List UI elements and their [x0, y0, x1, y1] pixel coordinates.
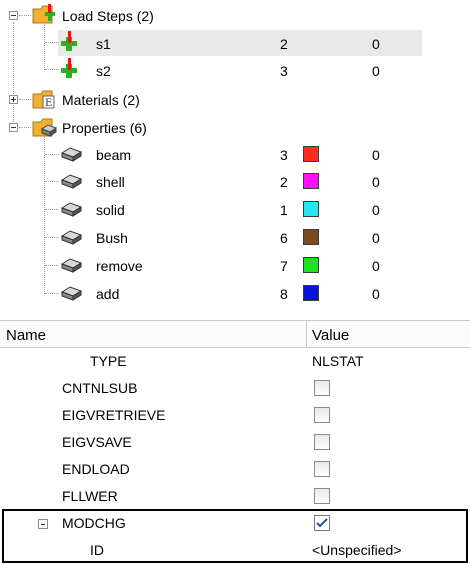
load-step-icon — [61, 31, 77, 51]
grid-row-eigvsave[interactable]: EIGVSAVE — [0, 429, 470, 456]
property-name: ENDLOAD — [62, 461, 130, 477]
property-icon — [60, 202, 83, 217]
tree-node-id: 3 — [280, 147, 288, 163]
tree-node-label: beam — [96, 147, 132, 163]
color-swatch[interactable] — [303, 146, 319, 162]
property-icon — [60, 286, 83, 301]
property-icon — [60, 230, 83, 245]
tree-node-value: 0 — [372, 63, 380, 79]
tree-node-id: 1 — [280, 202, 288, 218]
tree-node-value: 0 — [372, 174, 380, 190]
tree-node-bush[interactable]: Bush 6 0 — [0, 224, 470, 251]
color-swatch[interactable] — [303, 173, 319, 189]
property-name: EIGVSAVE — [62, 434, 132, 450]
tree-node-label: Materials (2) — [62, 92, 140, 108]
tree-node-remove[interactable]: remove 7 0 — [0, 252, 470, 279]
grid-row-eigvretrieve[interactable]: EIGVRETRIEVE — [0, 402, 470, 429]
color-swatch[interactable] — [303, 285, 319, 301]
grid-row-type[interactable]: TYPE NLSTAT — [0, 348, 470, 375]
endload-checkbox[interactable] — [314, 461, 330, 477]
fllwer-checkbox[interactable] — [314, 488, 330, 504]
svg-text:E: E — [45, 98, 52, 109]
tree-node-id: 2 — [280, 174, 288, 190]
tree-node-label: add — [96, 286, 120, 302]
name-column-header[interactable]: Name — [6, 327, 46, 344]
value-column-header[interactable]: Value — [312, 327, 349, 344]
eigvretrieve-checkbox[interactable] — [314, 407, 330, 423]
property-icon — [60, 174, 83, 189]
tree-node-load-steps[interactable]: Load Steps (2) — [0, 2, 470, 29]
tree-node-id: 8 — [280, 286, 288, 302]
tree-node-label: shell — [96, 174, 125, 190]
property-name: TYPE — [90, 353, 127, 369]
tree-node-label: Bush — [96, 230, 128, 246]
expand-toggle[interactable] — [9, 95, 18, 104]
tree-node-s2[interactable]: s2 3 0 — [0, 56, 470, 83]
eigvsave-checkbox[interactable] — [314, 434, 330, 450]
grid-row-fllwer[interactable]: FLLWER — [0, 483, 470, 510]
collapse-toggle[interactable] — [9, 11, 18, 20]
tree-node-label: s1 — [96, 36, 111, 52]
tree-node-value: 0 — [372, 286, 380, 302]
tree-node-s1[interactable]: s1 2 0 — [0, 29, 470, 56]
cntnlsub-checkbox[interactable] — [314, 380, 330, 396]
tree-node-value: 0 — [372, 202, 380, 218]
selection-highlight-box — [2, 509, 468, 563]
properties-folder-icon — [32, 118, 58, 137]
tree-node-solid[interactable]: solid 1 0 — [0, 196, 470, 223]
property-value[interactable]: NLSTAT — [312, 353, 364, 369]
tree-node-add[interactable]: add 8 0 — [0, 280, 470, 307]
tree-node-label: solid — [96, 202, 125, 218]
tree-node-value: 0 — [372, 147, 380, 163]
property-icon — [60, 258, 83, 273]
tree-node-beam[interactable]: beam 3 0 — [0, 141, 470, 168]
color-swatch[interactable] — [303, 229, 319, 245]
tree-node-id: 6 — [280, 230, 288, 246]
tree-node-value: 0 — [372, 230, 380, 246]
color-swatch[interactable] — [303, 201, 319, 217]
grid-row-cntnlsub[interactable]: CNTNLSUB — [0, 375, 470, 402]
grid-header: Name Value — [0, 320, 470, 348]
grid-row-endload[interactable]: ENDLOAD — [0, 456, 470, 483]
load-steps-folder-icon — [32, 4, 55, 24]
tree-node-materials[interactable]: E Materials (2) — [0, 86, 470, 113]
tree-node-id: 2 — [280, 36, 288, 52]
model-browser-tree: Load Steps (2) s1 2 0 s2 3 0 E Materials… — [0, 0, 470, 308]
tree-node-shell[interactable]: shell 2 0 — [0, 168, 470, 195]
tree-node-label: s2 — [96, 63, 111, 79]
property-icon — [60, 147, 83, 162]
tree-node-id: 7 — [280, 258, 288, 274]
materials-folder-icon: E — [32, 90, 55, 109]
tree-node-label: remove — [96, 258, 143, 274]
tree-node-label: Load Steps (2) — [62, 8, 154, 24]
collapse-toggle[interactable] — [9, 123, 18, 132]
tree-node-properties[interactable]: Properties (6) — [0, 114, 470, 141]
color-swatch[interactable] — [303, 257, 319, 273]
tree-node-value: 0 — [372, 258, 380, 274]
property-name: FLLWER — [62, 488, 118, 504]
tree-node-id: 3 — [280, 63, 288, 79]
property-name: EIGVRETRIEVE — [62, 407, 166, 423]
tree-node-value: 0 — [372, 36, 380, 52]
property-name: CNTNLSUB — [62, 380, 138, 396]
tree-node-label: Properties (6) — [62, 120, 147, 136]
load-step-icon — [61, 58, 77, 78]
